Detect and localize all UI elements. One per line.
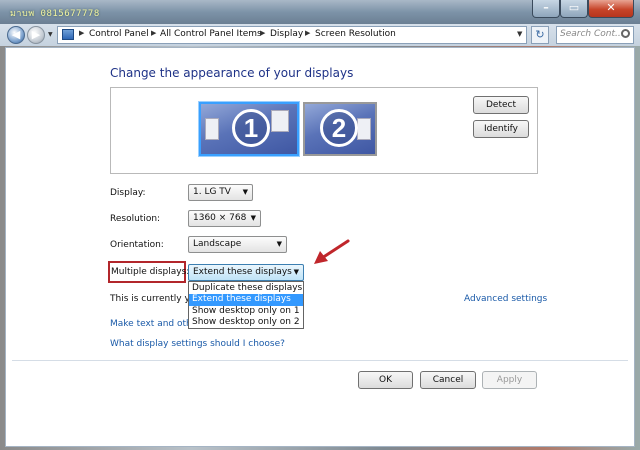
advanced-settings-link[interactable]: Advanced settings bbox=[464, 294, 547, 304]
monitor-2-number: 2 bbox=[320, 109, 358, 147]
multiple-displays-label: Multiple displays: bbox=[111, 267, 190, 277]
red-arrow-icon bbox=[314, 239, 350, 264]
option-extend[interactable]: Extend these displays bbox=[189, 294, 303, 306]
chevron-down-icon: ▼ bbox=[250, 214, 256, 222]
recent-pages-dropdown-icon[interactable]: ▼ bbox=[48, 31, 53, 38]
chevron-down-icon: ▼ bbox=[293, 268, 299, 276]
display-value: 1. LG TV bbox=[193, 187, 231, 197]
chevron-down-icon: ▼ bbox=[242, 188, 248, 196]
close-button[interactable]: ✕ bbox=[588, 0, 634, 18]
breadcrumb-display[interactable]: Display bbox=[270, 29, 303, 39]
breadcrumb-separator-icon[interactable]: ▶ bbox=[260, 29, 265, 37]
resolution-value: 1360 × 768 bbox=[193, 213, 247, 223]
apply-button[interactable]: Apply bbox=[482, 371, 537, 389]
back-button[interactable]: ◀ bbox=[7, 26, 25, 44]
refresh-button[interactable]: ↻ bbox=[531, 26, 549, 44]
breadcrumb-separator-icon[interactable]: ▶ bbox=[151, 29, 156, 37]
option-show-only-2[interactable]: Show desktop only on 2 bbox=[189, 317, 303, 329]
orientation-value: Landscape bbox=[193, 239, 242, 249]
breadcrumb-control-panel[interactable]: Control Panel bbox=[89, 29, 149, 39]
watermark-text: มาบพ 0815677778 bbox=[10, 9, 100, 19]
desktop-window-icon bbox=[205, 118, 219, 140]
display-select[interactable]: 1. LG TV ▼ bbox=[188, 184, 253, 201]
search-icon[interactable] bbox=[621, 29, 630, 38]
minimize-button[interactable]: – bbox=[532, 0, 560, 18]
address-dropdown-icon[interactable]: ▼ bbox=[517, 30, 522, 38]
multiple-displays-dropdown: Duplicate these displays Extend these di… bbox=[188, 281, 304, 329]
monitor-1-number: 1 bbox=[232, 109, 270, 147]
display-label: Display: bbox=[110, 188, 146, 198]
forward-button[interactable]: ▶ bbox=[27, 26, 45, 44]
multiple-displays-value: Extend these displays bbox=[193, 267, 292, 277]
footer-divider bbox=[12, 360, 628, 361]
desktop-window-icon bbox=[357, 118, 371, 140]
resolution-select[interactable]: 1360 × 768 ▼ bbox=[188, 210, 261, 227]
identify-button[interactable]: Identify bbox=[473, 120, 529, 138]
option-show-only-1[interactable]: Show desktop only on 1 bbox=[189, 306, 303, 318]
breadcrumb-separator-icon[interactable]: ▶ bbox=[305, 29, 310, 37]
which-settings-link[interactable]: What display settings should I choose? bbox=[110, 339, 285, 349]
breadcrumb-all-items[interactable]: All Control Panel Items bbox=[160, 29, 262, 39]
maximize-button[interactable]: ▭ bbox=[560, 0, 588, 18]
ok-button[interactable]: OK bbox=[358, 371, 413, 389]
breadcrumb-separator-icon[interactable]: ▶ bbox=[79, 29, 84, 37]
page-title: Change the appearance of your displays bbox=[110, 66, 354, 80]
cancel-button[interactable]: Cancel bbox=[420, 371, 476, 389]
desktop-window-icon bbox=[271, 110, 289, 132]
breadcrumb-screen-resolution[interactable]: Screen Resolution bbox=[315, 29, 396, 39]
orientation-label: Orientation: bbox=[110, 240, 164, 250]
search-placeholder: Search Cont... bbox=[560, 29, 624, 39]
control-panel-icon bbox=[62, 29, 74, 40]
multiple-displays-select[interactable]: Extend these displays ▼ bbox=[188, 264, 304, 281]
option-duplicate[interactable]: Duplicate these displays bbox=[189, 283, 303, 295]
chevron-down-icon: ▼ bbox=[276, 240, 282, 248]
resolution-label: Resolution: bbox=[110, 214, 161, 224]
orientation-select[interactable]: Landscape ▼ bbox=[188, 236, 287, 253]
detect-button[interactable]: Detect bbox=[473, 96, 529, 114]
